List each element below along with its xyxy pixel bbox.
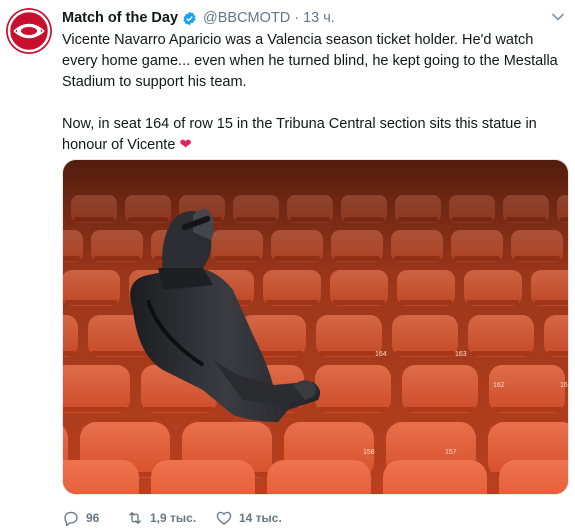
- like-icon: [216, 511, 232, 525]
- author-handle[interactable]: @BBCMOTD: [203, 10, 290, 26]
- tweet-header: Match of the Day @BBCMOTD · 13 ч.: [62, 8, 335, 28]
- tweet-timestamp[interactable]: 13 ч.: [303, 10, 335, 26]
- seat-number-label: 161: [560, 382, 568, 389]
- heart-emoji-icon: ❤: [179, 137, 192, 153]
- tweet-text: Vicente Navarro Aparicio was a Valencia …: [62, 30, 562, 156]
- seat-number-label: 164: [375, 351, 387, 358]
- bbc-motd-avatar-icon[interactable]: [6, 8, 52, 54]
- tweet-actions: 96 1,9 тыс. 14 тыс.: [62, 508, 296, 528]
- verified-badge-icon: [183, 11, 196, 25]
- retweet-button[interactable]: 1,9 тыс.: [126, 509, 201, 527]
- caret-down-icon[interactable]: [551, 10, 565, 24]
- reply-icon: [64, 511, 78, 527]
- reply-button[interactable]: 96: [62, 509, 112, 527]
- author-name[interactable]: Match of the Day: [62, 10, 178, 26]
- seat-number-label: 162: [493, 382, 505, 389]
- reply-count: 96: [86, 511, 100, 525]
- tweet-paragraph-1: Vicente Navarro Aparicio was a Valencia …: [62, 32, 558, 90]
- tweet-photo[interactable]: 164 163 162 161 158 157: [62, 159, 569, 495]
- seat-number-label: 163: [455, 351, 467, 358]
- retweet-icon: [129, 512, 141, 524]
- tweet: Match of the Day @BBCMOTD · 13 ч. Vicent…: [0, 0, 575, 531]
- seat-number-label: 157: [445, 449, 457, 456]
- tweet-paragraph-2-text: Now, in seat 164 of row 15 in the Tribun…: [62, 116, 537, 153]
- seat-number-label: 158: [363, 449, 375, 456]
- retweet-count: 1,9 тыс.: [150, 511, 197, 525]
- tweet-paragraph-2: Now, in seat 164 of row 15 in the Tribun…: [62, 114, 562, 156]
- separator-dot: ·: [294, 10, 300, 26]
- like-button[interactable]: 14 тыс.: [215, 509, 282, 527]
- like-count: 14 тыс.: [239, 511, 282, 525]
